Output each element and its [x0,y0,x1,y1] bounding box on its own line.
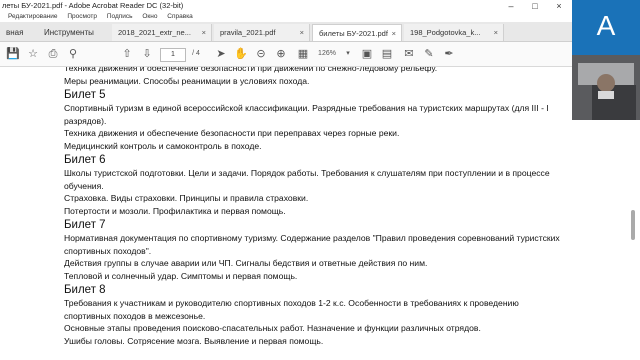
question-text: Меры реанимации. Способы реанимации в ус… [64,75,310,86]
save-icon[interactable]: 💾 [6,46,20,62]
close-window-button[interactable]: × [548,0,570,12]
question-text: Техника движения и обеспечение безопасно… [64,128,400,138]
tab-home[interactable]: вная [0,24,30,41]
page-up-icon[interactable]: ⇧ [120,46,134,62]
zoom-out-icon[interactable]: ⊝ [254,46,268,62]
select-cursor-icon[interactable]: ➤ [214,46,228,62]
question-text: Школы туристской подготовки. Цели и зада… [64,168,550,191]
menu-window[interactable]: Окно [142,13,157,20]
search-icon[interactable]: ⚲ [66,46,80,62]
close-tab-icon[interactable]: × [300,24,304,41]
close-tab-icon[interactable]: × [494,24,498,41]
zoom-in-icon[interactable]: ⊕ [274,46,288,62]
pen-icon[interactable]: ✎ [422,46,436,62]
participant-avatar[interactable]: A [572,0,640,55]
ticket-heading: Билет 6 [64,154,106,166]
zoom-level-select[interactable]: 126% [312,46,342,62]
question-text: Потертости и мозоли. Профилактика и перв… [64,205,286,216]
ticket-heading: Билет 8 [64,284,106,296]
title-bar: леты БУ-2021.pdf - Adobe Acrobat Reader … [0,0,572,12]
question-text: Ушибы головы. Сотрясение мозга. Выявлени… [64,335,324,346]
page-count: / 4 [192,50,200,57]
tab-label: билеты БУ-2021.pdf [319,29,388,38]
question-text: Действия группы в случае аварии или ЧП. … [64,258,428,268]
hand-tool-icon[interactable]: ✋ [234,46,248,62]
question-text: Требования к участникам и руководителю с… [64,298,519,321]
tab-label: 198_Podgotovka_k... [410,28,481,37]
document-page: Техника движения и обеспечение безопасно… [64,67,564,347]
menu-bar: Редактирование Просмотр Подпись Окно Спр… [0,12,572,22]
ticket-heading: Билет 5 [64,89,106,101]
menu-view[interactable]: Просмотр [67,13,97,20]
avatar-initial: A [596,10,616,41]
maximize-button[interactable]: □ [524,0,546,12]
participant-video[interactable] [572,55,640,120]
fit-page-icon[interactable]: ▣ [360,46,374,62]
close-tab-icon[interactable]: × [202,24,206,41]
tab-label: 2018_2021_extr_ne... [118,28,191,37]
scrollbar[interactable] [628,120,640,360]
scroll-mode-icon[interactable]: ▤ [380,46,394,62]
document-viewport[interactable]: Техника движения и обеспечение безопасно… [0,67,572,360]
minimize-button[interactable]: – [500,0,522,12]
menu-sign[interactable]: Подпись [107,13,133,20]
close-tab-icon[interactable]: × [392,25,396,42]
print-icon[interactable]: ⎙ [46,46,60,62]
camera-feed-image [572,55,640,120]
star-icon[interactable]: ☆ [26,46,40,62]
question-text: Техника движения и обеспечение безопасно… [64,67,438,73]
tab-document-2[interactable]: pravila_2021.pdf × [214,24,310,41]
tab-label: pravila_2021.pdf [220,28,276,37]
menu-edit[interactable]: Редактирование [8,13,58,20]
window-title: леты БУ-2021.pdf - Adobe Acrobat Reader … [2,1,184,10]
question-text: Спортивный туризм в единой всероссийской… [64,103,549,126]
menu-help[interactable]: Справка [167,13,193,20]
toolbar: 💾 ☆ ⎙ ⚲ ⇧ ⇩ 1 / 4 ➤ ✋ ⊝ ⊕ ▦ 126% ▾ ▣ ▤ ✉… [0,42,572,67]
tab-document-1[interactable]: 2018_2021_extr_ne... × [112,24,212,41]
tab-label: Инструменты [44,28,94,37]
sign-icon[interactable]: ✒ [442,46,456,62]
tab-tools[interactable]: Инструменты [38,24,108,41]
question-text: Основные этапы проведения поисково-спаса… [64,323,481,333]
page-down-icon[interactable]: ⇩ [140,46,154,62]
scrollbar-thumb[interactable] [631,210,635,240]
question-text: Медицинский контроль и самоконтроль в по… [64,140,262,151]
tab-document-4[interactable]: 198_Podgotovka_k... × [404,24,504,41]
question-text: Тепловой и солнечный удар. Симптомы и пе… [64,270,298,281]
tab-bar: вная Инструменты 2018_2021_extr_ne... × p… [0,22,572,42]
comment-icon[interactable]: ✉ [402,46,416,62]
tab-label: вная [6,28,24,37]
chevron-down-icon[interactable]: ▾ [344,46,352,62]
question-text: Нормативная документация по спортивному … [64,233,560,256]
tab-document-active[interactable]: билеты БУ-2021.pdf × [312,24,402,41]
question-text: Страховка. Виды страховки. Принципы и пр… [64,193,309,203]
page-number-input[interactable]: 1 [160,48,186,62]
marquee-zoom-icon[interactable]: ▦ [296,46,310,62]
ticket-heading: Билет 7 [64,219,106,231]
